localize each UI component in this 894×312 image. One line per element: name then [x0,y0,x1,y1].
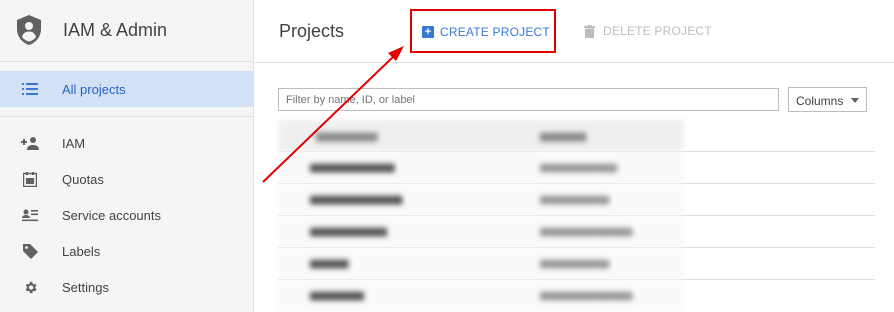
table-cell: ▆▆▆▆▆ [310,258,349,269]
sidebar-item-label: Labels [62,243,101,259]
iam-shield-icon [17,15,41,45]
sidebar: IAM & Admin All projects IAM Quotas Serv… [0,0,254,312]
sidebar-divider [0,116,253,117]
header-divider [255,62,894,63]
table-cell: ▆▆▆▆▆▆▆▆▆▆▆▆ [310,194,403,205]
table-cell: ▆▆▆▆▆▆▆▆▆▆▆ [310,162,395,173]
table-cell: ▆▆▆▆▆▆▆ [310,290,364,301]
label-tag-icon [21,243,39,259]
columns-dropdown[interactable]: Columns [788,87,867,112]
table-cell: ▆▆▆▆▆▆▆▆▆▆▆▆ [540,290,633,301]
filter-input[interactable] [278,88,779,111]
table-cell: ▆▆▆▆▆▆▆▆▆ [540,258,610,269]
table-row[interactable]: ▆▆▆▆▆▆▆▆▆▆▆▆ ▆▆▆▆▆▆▆▆▆ [278,184,683,216]
table-header-cell: ▆▆▆▆▆▆ [540,131,587,142]
projects-table: ▆▆▆▆▆▆▆▆ ▆▆▆▆▆▆ ▆▆▆▆▆▆▆▆▆▆▆ ▆▆▆▆▆▆▆▆▆▆ ▆… [278,120,875,312]
table-row[interactable]: ▆▆▆▆▆▆▆▆▆▆ ▆▆▆▆▆▆▆▆▆▆▆▆ [278,216,683,248]
sidebar-item-label: All projects [62,81,126,97]
table-header-cell: ▆▆▆▆▆▆▆▆ [316,131,378,142]
create-project-label: CREATE PROJECT [440,25,550,39]
list-icon [21,81,39,97]
table-cell: ▆▆▆▆▆▆▆▆▆▆ [540,162,617,173]
sidebar-item-label: Quotas [62,171,104,187]
sidebar-item-service-accounts[interactable]: Service accounts [0,197,253,233]
app-title: IAM & Admin [63,20,168,40]
service-account-icon [21,207,39,223]
delete-project-button[interactable]: DELETE PROJECT [584,22,712,40]
sidebar-item-label: Settings [62,279,109,295]
add-box-icon: + [422,26,434,38]
add-person-icon [21,135,39,151]
table-cell: ▆▆▆▆▆▆▆▆▆▆▆▆ [540,226,633,237]
table-row[interactable]: ▆▆▆▆▆▆▆▆▆▆▆ ▆▆▆▆▆▆▆▆▆▆ [278,152,683,184]
sidebar-item-label: IAM [62,135,86,151]
create-project-button[interactable]: + CREATE PROJECT [410,9,556,53]
trash-icon [584,24,595,38]
sidebar-item-iam[interactable]: IAM [0,125,253,161]
table-row[interactable]: ▆▆▆▆▆ ▆▆▆▆▆▆▆▆▆ [278,248,683,280]
main-content: Projects + CREATE PROJECT DELETE PROJECT… [255,0,894,312]
sidebar-item-all-projects[interactable]: All projects [0,71,253,107]
delete-project-label: DELETE PROJECT [603,24,712,38]
sidebar-item-settings[interactable]: Settings [0,269,253,305]
sidebar-header: IAM & Admin [0,0,253,62]
table-cell: ▆▆▆▆▆▆▆▆▆▆ [310,226,387,237]
sidebar-item-labels[interactable]: Labels [0,233,253,269]
table-cell: ▆▆▆▆▆▆▆▆▆ [540,194,610,205]
sidebar-item-label: Service accounts [62,207,161,223]
table-row[interactable]: ▆▆▆▆▆▆▆ ▆▆▆▆▆▆▆▆▆▆▆▆ [278,280,683,312]
caret-down-icon [851,98,859,103]
quota-icon [21,171,39,187]
page-title: Projects [279,21,345,41]
columns-label: Columns [796,94,844,108]
sidebar-item-quotas[interactable]: Quotas [0,161,253,197]
gear-icon [21,279,39,295]
table-header: ▆▆▆▆▆▆▆▆ ▆▆▆▆▆▆ [278,120,683,152]
